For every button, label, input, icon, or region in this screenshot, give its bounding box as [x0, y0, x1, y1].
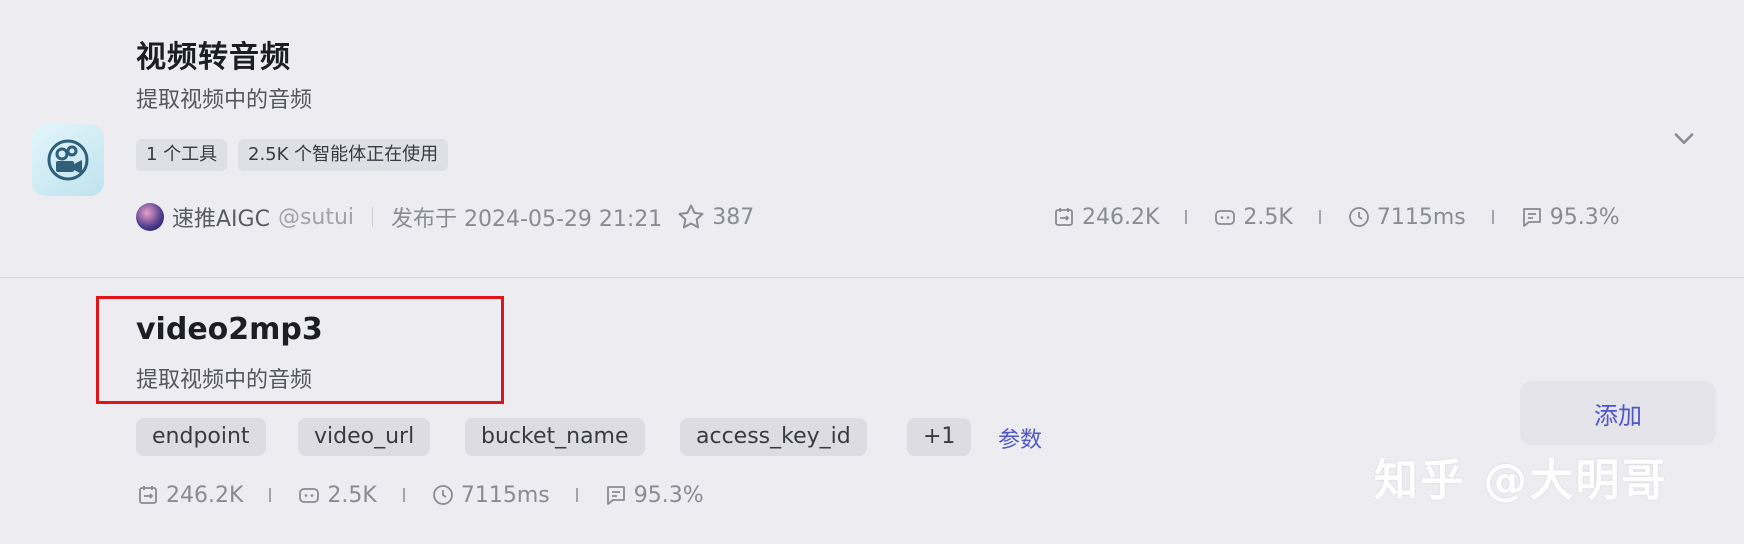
tool-name: video2mp3 [136, 312, 323, 347]
divider [1318, 210, 1321, 224]
divider [575, 488, 578, 502]
plugin-title: 视频转音频 [136, 40, 291, 75]
tool-stats: 246.2K 2.5K 7115ms 95.3% [136, 478, 704, 512]
divider [402, 488, 405, 502]
star-icon[interactable] [676, 202, 706, 232]
star-count: 387 [712, 204, 755, 230]
video-camera-icon [32, 124, 104, 196]
param-tag: video_url [298, 418, 431, 456]
report-icon [1522, 208, 1541, 227]
more-params-tag[interactable]: +1 [907, 418, 972, 456]
author-name[interactable]: 速推AIGC [172, 201, 270, 233]
usage-count-tag: 2.5K 个智能体正在使用 [238, 139, 449, 171]
add-button[interactable]: 添加 [1520, 381, 1716, 445]
divider [1491, 210, 1494, 224]
latency-stat: 7115ms [1347, 205, 1466, 230]
tool-count-tag: 1 个工具 [136, 139, 228, 171]
section-divider [0, 277, 1744, 278]
clock-icon [1348, 207, 1369, 227]
tool-description: 提取视频中的音频 [136, 368, 313, 393]
calendar-loop-icon [139, 486, 157, 504]
bots-stat: 2.5K [297, 483, 377, 508]
bot-icon [299, 488, 320, 503]
divider [269, 488, 272, 502]
param-tag: bucket_name [465, 418, 645, 456]
success-stat: 95.3% [604, 483, 704, 508]
calendar-loop-icon [1055, 208, 1073, 226]
clock-icon [432, 485, 453, 505]
param-tag: endpoint [136, 418, 266, 456]
watermark: 知乎 @大明哥 [1374, 455, 1668, 506]
params-link[interactable]: 参数 [998, 422, 1042, 454]
avatar[interactable] [136, 203, 164, 231]
param-tag: access_key_id [680, 418, 867, 456]
author-handle[interactable]: @sutui [278, 205, 354, 230]
bot-icon [1215, 210, 1236, 225]
plugin-card: 视频转音频 提取视频中的音频 1 个工具 2.5K 个智能体正在使用 速推AIG… [0, 0, 1744, 544]
divider [372, 207, 374, 227]
report-icon [606, 486, 625, 505]
bots-stat: 2.5K [1213, 205, 1293, 230]
success-stat: 95.3% [1520, 205, 1620, 230]
chevron-down-icon[interactable] [1670, 124, 1698, 156]
latency-stat: 7115ms [431, 483, 550, 508]
plugin-description: 提取视频中的音频 [136, 88, 313, 113]
divider [1185, 210, 1188, 224]
plugin-stats: 246.2K 2.5K 7115ms 95.3% [1052, 200, 1620, 234]
author-row: 速推AIGC @sutui 发布于 2024-05-29 21:21 387 [136, 200, 754, 234]
publish-date: 发布于 2024-05-29 21:21 [391, 207, 663, 232]
calls-stat: 246.2K [136, 483, 243, 508]
calls-stat: 246.2K [1052, 205, 1159, 230]
